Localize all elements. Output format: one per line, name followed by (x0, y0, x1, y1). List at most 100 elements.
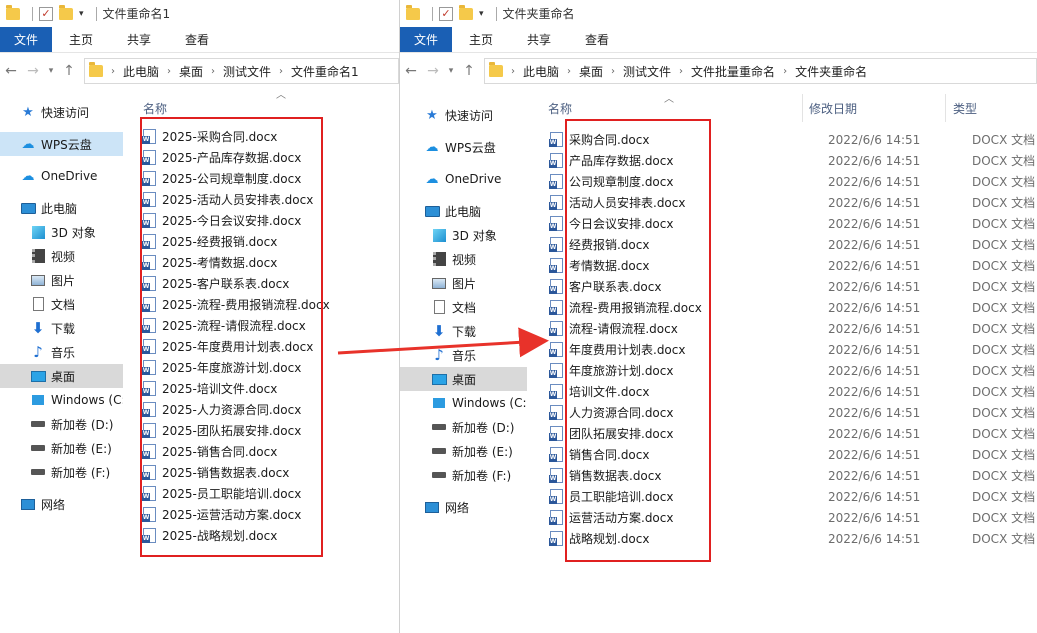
new-folder-icon[interactable] (59, 4, 73, 20)
nav-item[interactable]: 视频 (0, 244, 123, 268)
nav-item[interactable]: 网络 (400, 495, 527, 519)
chevron-right-icon[interactable]: › (611, 66, 615, 77)
nav-item[interactable]: 文档 (0, 292, 123, 316)
file-row[interactable]: 2025-销售数据表.docx (142, 462, 330, 483)
column-divider[interactable] (945, 94, 946, 122)
column-header-date[interactable]: 修改日期 (809, 96, 857, 120)
tab-home[interactable]: 主页 (452, 27, 510, 52)
breadcrumb-item[interactable]: 桌面 (579, 63, 603, 80)
chevron-right-icon[interactable]: › (783, 66, 787, 77)
column-header-name[interactable]: 名称 (143, 96, 167, 120)
chevron-right-icon[interactable]: › (279, 66, 283, 77)
nav-item[interactable]: ⬇ 下载 (0, 316, 123, 340)
chevron-down-icon[interactable]: ▾ (479, 9, 484, 19)
nav-item[interactable]: ☁ WPS云盘 (400, 135, 527, 159)
file-row[interactable]: 2025-客户联系表.docx (142, 273, 330, 294)
chevron-down-icon[interactable]: ▾ (79, 9, 84, 19)
file-row[interactable]: 2025-采购合同.docx (142, 126, 330, 147)
file-row[interactable]: 2025-人力资源合同.docx (142, 399, 330, 420)
nav-item[interactable]: ♪ 音乐 (0, 340, 123, 364)
nav-item[interactable]: 3D 对象 (400, 223, 527, 247)
file-row[interactable]: 2025-考情数据.docx (142, 252, 330, 273)
nav-item[interactable]: 此电脑 (400, 199, 527, 223)
file-row[interactable]: 流程-费用报销流程.docx 2022/6/6 14:51 DOCX 文档 (549, 297, 1037, 318)
chevron-right-icon[interactable]: › (567, 66, 571, 77)
forward-arrow-icon[interactable]: → (422, 63, 444, 79)
nav-item[interactable]: ☁ OneDrive (0, 164, 123, 188)
file-row[interactable]: 考情数据.docx 2022/6/6 14:51 DOCX 文档 (549, 255, 1037, 276)
nav-item[interactable]: 图片 (400, 271, 527, 295)
tab-view[interactable]: 查看 (568, 27, 626, 52)
nav-item[interactable]: 新加卷 (D:) (400, 415, 527, 439)
tab-file[interactable]: 文件 (0, 27, 53, 52)
nav-item[interactable]: 图片 (0, 268, 123, 292)
file-row[interactable]: 活动人员安排表.docx 2022/6/6 14:51 DOCX 文档 (549, 192, 1037, 213)
breadcrumb-item[interactable]: 测试文件 (223, 63, 271, 80)
file-row[interactable]: 2025-年度费用计划表.docx (142, 336, 330, 357)
tab-view[interactable]: 查看 (168, 27, 226, 52)
file-row[interactable]: 客户联系表.docx 2022/6/6 14:51 DOCX 文档 (549, 276, 1037, 297)
file-row[interactable]: 2025-战略规划.docx (142, 525, 330, 546)
nav-item[interactable]: Windows (C: (400, 391, 527, 415)
file-row[interactable]: 运营活动方案.docx 2022/6/6 14:51 DOCX 文档 (549, 507, 1037, 528)
new-folder-icon[interactable] (459, 4, 473, 20)
file-row[interactable]: 年度费用计划表.docx 2022/6/6 14:51 DOCX 文档 (549, 339, 1037, 360)
file-row[interactable]: 2025-年度旅游计划.docx (142, 357, 330, 378)
breadcrumb-item[interactable]: 桌面 (179, 63, 203, 80)
file-row[interactable]: 2025-员工职能培训.docx (142, 483, 330, 504)
file-row[interactable]: 2025-今日会议安排.docx (142, 210, 330, 231)
chevron-right-icon[interactable]: › (511, 66, 515, 77)
chevron-right-icon[interactable]: › (211, 66, 215, 77)
file-row[interactable]: 年度旅游计划.docx 2022/6/6 14:51 DOCX 文档 (549, 360, 1037, 381)
forward-arrow-icon[interactable]: → (22, 63, 44, 79)
file-row[interactable]: 2025-培训文件.docx (142, 378, 330, 399)
nav-item[interactable]: 桌面 (0, 364, 123, 388)
breadcrumb-item[interactable]: 文件夹重命名 (795, 63, 867, 80)
nav-item[interactable]: ★ 快速访问 (0, 100, 123, 124)
address-bar[interactable]: › 此电脑 › 桌面 › 测试文件 › 文件批量重命名 › 文件夹重命名 (484, 58, 1037, 84)
breadcrumb-item[interactable]: 测试文件 (623, 63, 671, 80)
file-row[interactable]: 2025-流程-请假流程.docx (142, 315, 330, 336)
breadcrumb-item[interactable]: 此电脑 (123, 63, 159, 80)
nav-item[interactable]: 新加卷 (E:) (400, 439, 527, 463)
file-row[interactable]: 2025-销售合同.docx (142, 441, 330, 462)
file-row[interactable]: 产品库存数据.docx 2022/6/6 14:51 DOCX 文档 (549, 150, 1037, 171)
file-row[interactable]: 人力资源合同.docx 2022/6/6 14:51 DOCX 文档 (549, 402, 1037, 423)
tab-share[interactable]: 共享 (510, 27, 568, 52)
up-arrow-icon[interactable]: ↑ (58, 63, 80, 79)
up-arrow-icon[interactable]: ↑ (458, 63, 480, 79)
tab-share[interactable]: 共享 (110, 27, 168, 52)
file-row[interactable]: 战略规划.docx 2022/6/6 14:51 DOCX 文档 (549, 528, 1037, 549)
file-row[interactable]: 销售数据表.docx 2022/6/6 14:51 DOCX 文档 (549, 465, 1037, 486)
file-row[interactable]: 2025-流程-费用报销流程.docx (142, 294, 330, 315)
nav-item[interactable]: 文档 (400, 295, 527, 319)
nav-item[interactable]: 视频 (400, 247, 527, 271)
tab-home[interactable]: 主页 (52, 27, 110, 52)
file-row[interactable]: 2025-活动人员安排表.docx (142, 189, 330, 210)
recent-locations-chevron-icon[interactable]: ▾ (44, 66, 58, 76)
file-row[interactable]: 团队拓展安排.docx 2022/6/6 14:51 DOCX 文档 (549, 423, 1037, 444)
nav-item[interactable]: ☁ OneDrive (400, 167, 527, 191)
column-header-type[interactable]: 类型 (953, 96, 977, 120)
file-row[interactable]: 2025-产品库存数据.docx (142, 147, 330, 168)
properties-icon[interactable]: ✓ (439, 6, 453, 21)
nav-item[interactable]: ☁ WPS云盘 (0, 132, 123, 156)
file-row[interactable]: 2025-团队拓展安排.docx (142, 420, 330, 441)
properties-icon[interactable]: ✓ (39, 6, 53, 21)
folder-icon[interactable] (6, 4, 20, 20)
file-row[interactable]: 2025-公司规章制度.docx (142, 168, 330, 189)
nav-item[interactable]: 新加卷 (D:) (0, 412, 123, 436)
nav-item[interactable]: 桌面 (400, 367, 527, 391)
nav-item[interactable]: ⬇ 下载 (400, 319, 527, 343)
breadcrumb-item[interactable]: 此电脑 (523, 63, 559, 80)
recent-locations-chevron-icon[interactable]: ▾ (444, 66, 458, 76)
address-bar[interactable]: › 此电脑 › 桌面 › 测试文件 › 文件重命名1 (84, 58, 399, 84)
chevron-right-icon[interactable]: › (167, 66, 171, 77)
back-arrow-icon[interactable]: ← (400, 63, 422, 79)
folder-icon[interactable] (406, 4, 420, 20)
file-row[interactable]: 流程-请假流程.docx 2022/6/6 14:51 DOCX 文档 (549, 318, 1037, 339)
nav-item[interactable]: 网络 (0, 492, 123, 516)
nav-item[interactable]: 新加卷 (F:) (0, 460, 123, 484)
nav-item[interactable]: Windows (C: (0, 388, 123, 412)
file-row[interactable]: 2025-运营活动方案.docx (142, 504, 330, 525)
